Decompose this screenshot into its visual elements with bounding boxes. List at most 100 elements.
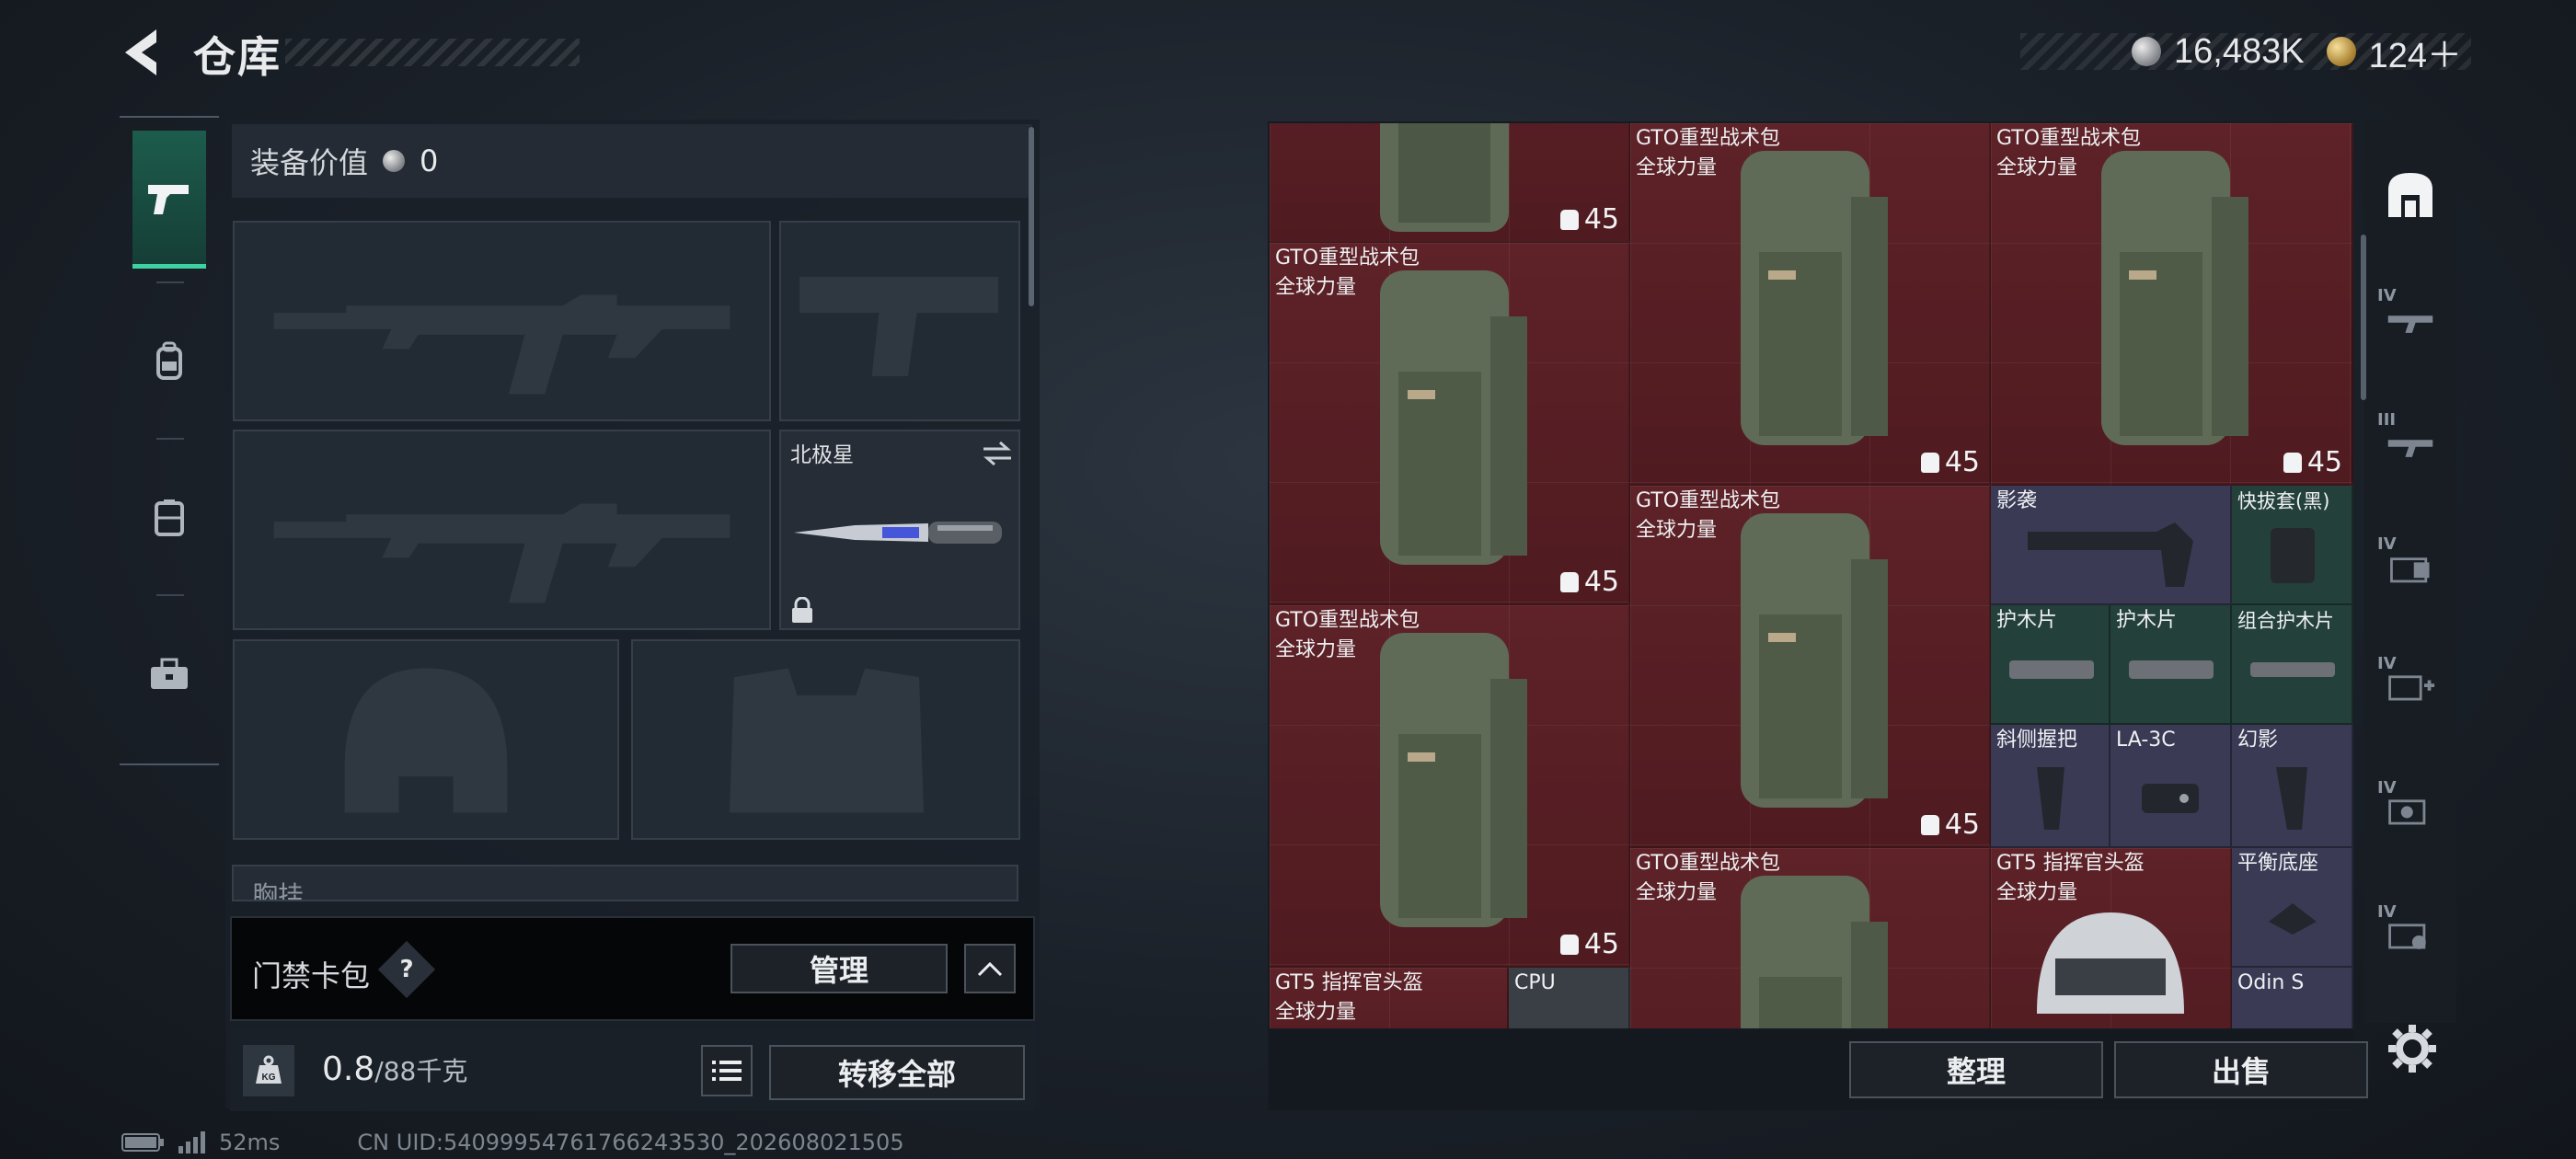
weight-max: /88千克 [374, 1056, 468, 1086]
knife-image [794, 522, 1002, 544]
storage-item[interactable]: GTO重型战术包 全球力量 45 [1630, 123, 1991, 486]
item-name: GT5 指挥官头盔 [1996, 852, 2145, 875]
melee-slot[interactable]: 北极星 [779, 430, 1020, 630]
pistol-icon [148, 184, 189, 214]
grip-image [2037, 767, 2064, 830]
key-icon [2388, 924, 2426, 949]
rail-item-all[interactable] [2374, 158, 2447, 232]
item-count: 45 [1920, 809, 1980, 841]
backpack-image [1741, 151, 1888, 445]
storage-item[interactable]: GTO重型战术包 全球力量 45 [1630, 486, 1991, 848]
silver-amount: 16,483K [2174, 31, 2305, 71]
rail-item-keys[interactable]: IV [2374, 899, 2447, 972]
helmet-slot[interactable] [233, 639, 619, 840]
storage-item[interactable]: 护木片 [1991, 605, 2110, 725]
collapse-button[interactable] [964, 944, 1016, 993]
sell-button[interactable]: 出售 [2114, 1041, 2368, 1098]
armor-silhouette-icon [729, 668, 925, 813]
stock-image [2028, 522, 2193, 587]
item-name: GT5 指挥官头盔 [1275, 971, 1423, 994]
back-button[interactable] [118, 26, 166, 79]
storage-item[interactable]: LA-3C [2110, 725, 2232, 848]
item-name: 护木片 [2116, 609, 2178, 632]
item-count: 45 [2283, 446, 2342, 478]
tab-backpack[interactable] [132, 293, 206, 430]
help-icon[interactable]: ? [377, 940, 436, 999]
secondary-weapon-slot[interactable] [233, 430, 771, 630]
storage-item[interactable]: 快拔套(黑) [2232, 486, 2353, 605]
storage-item[interactable]: 45 [1270, 123, 1630, 243]
pistol-slot[interactable] [779, 221, 1020, 421]
title-decoration [285, 39, 580, 66]
chest-rig-label: 胸挂 [252, 880, 305, 901]
gold-amount[interactable]: 124＋ [2369, 27, 2462, 77]
item-count: 45 [1559, 566, 1619, 598]
keycard-case-bar: 门禁卡包 ? 管理 [230, 916, 1035, 1021]
handguard-image [2250, 662, 2335, 677]
manage-button[interactable]: 管理 [730, 944, 948, 993]
vest-icon [155, 499, 184, 536]
swap-icon[interactable] [982, 441, 1013, 466]
weight-readout: 0.8/88千克 [322, 1050, 467, 1088]
tab-weapons[interactable] [132, 131, 206, 269]
storage-item[interactable]: 平衡底座 [2232, 848, 2353, 968]
item-faction: 全球力量 [1636, 156, 1718, 179]
storage-item[interactable]: GT5 指挥官头盔 全球力量 [1270, 968, 1509, 1028]
storage-item[interactable]: 斜侧握把 [1991, 725, 2110, 848]
back-arrow-icon [125, 29, 156, 75]
backpack-mini-icon [1559, 571, 1579, 592]
storage-item[interactable]: GTO重型战术包 全球力量 45 [1270, 605, 1630, 968]
toolbox-icon [151, 658, 188, 689]
item-name: 护木片 [1996, 609, 2058, 632]
sort-button[interactable]: 整理 [1849, 1041, 2103, 1098]
item-name: CPU [1514, 971, 1556, 994]
item-name: 快拔套(黑) [2237, 490, 2330, 512]
storage-item[interactable]: 影袭 [1991, 486, 2232, 605]
storage-item[interactable]: GTO重型战术包 全球力量 45 [1270, 243, 1630, 605]
chest-rig-slot[interactable]: 胸挂 [232, 865, 1018, 901]
rail-item-rifle[interactable]: IV [2374, 282, 2447, 356]
pistol-silhouette-icon [799, 276, 998, 376]
backpack-mini-icon [1920, 814, 1939, 835]
list-view-button[interactable] [701, 1045, 753, 1096]
item-faction: 全球力量 [1636, 881, 1718, 904]
silver-coin-icon [2132, 37, 2162, 66]
weight-bar: KG 0.8/88千克 转移全部 [230, 1027, 1035, 1111]
list-icon [712, 1061, 742, 1081]
gear-part-icon [2388, 799, 2426, 825]
settings-button[interactable] [2383, 1019, 2442, 1078]
tab-toolbox[interactable] [132, 605, 206, 743]
armor-slot[interactable] [631, 639, 1020, 840]
item-faction: 全球力量 [1636, 519, 1718, 542]
item-name: 幻影 [2237, 729, 2279, 752]
ammo-icon [2390, 557, 2430, 583]
storage-item[interactable]: Odin S [2232, 968, 2353, 1028]
primary-weapon-slot[interactable] [233, 221, 771, 421]
smg-icon [2387, 440, 2433, 457]
storage-grid: 45 GTO重型战术包 全球力量 45 GTO重型战术包 全球力量 45 GTO… [1270, 123, 2353, 1028]
grip-image [2276, 767, 2307, 830]
rail-item-smg[interactable]: III [2374, 407, 2447, 480]
transfer-all-button[interactable]: 转移全部 [769, 1045, 1025, 1100]
battery-icon [121, 1133, 164, 1152]
storage-item[interactable]: 护木片 [2110, 605, 2232, 725]
storage-item[interactable]: GT5 指挥官头盔 全球力量 [1991, 848, 2232, 1028]
storage-item[interactable]: GTO重型战术包 全球力量 45 [1991, 123, 2353, 486]
rail-item-medical[interactable]: IV [2374, 650, 2447, 724]
backpack-mini-icon [1559, 934, 1579, 955]
storage-item[interactable]: GTO重型战术包 全球力量 [1630, 848, 1991, 1028]
backpack-image [2101, 151, 2248, 445]
backpack-image [1380, 123, 1509, 232]
kg-weight-icon: KG [243, 1045, 294, 1096]
storage-item[interactable]: CPU [1509, 968, 1630, 1028]
handguard-image [2009, 660, 2094, 679]
tab-vest[interactable] [132, 449, 206, 587]
equipment-scrollbar[interactable] [1029, 127, 1034, 306]
storage-item[interactable]: 组合护木片 [2232, 605, 2353, 725]
storage-item[interactable]: 幻影 [2232, 725, 2353, 848]
page-title: 仓库 [193, 32, 282, 82]
rifle-icon [2387, 316, 2433, 333]
rail-scrollbar[interactable] [2361, 235, 2366, 400]
rail-item-ammo[interactable]: IV [2374, 531, 2447, 604]
rail-item-gear[interactable]: IV [2374, 775, 2447, 848]
